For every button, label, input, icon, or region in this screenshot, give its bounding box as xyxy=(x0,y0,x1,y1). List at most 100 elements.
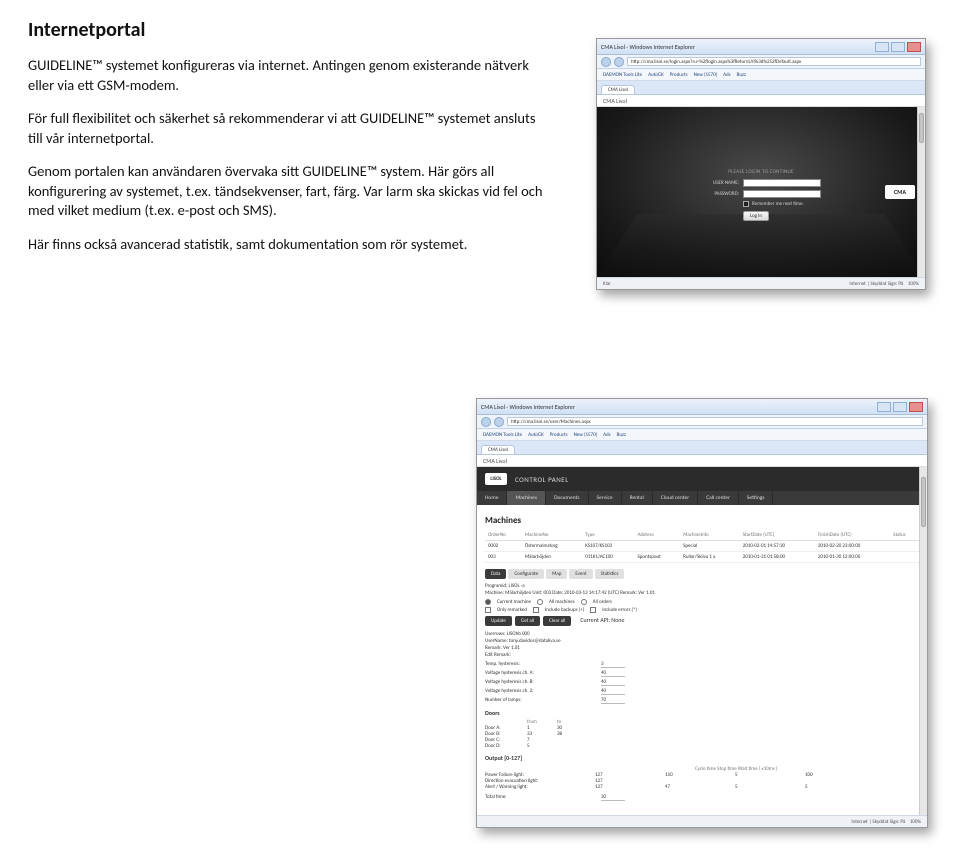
browser-tab[interactable]: CMA Lisol xyxy=(481,445,515,454)
nav-back-button[interactable] xyxy=(601,57,611,67)
out-val[interactable]: 5 xyxy=(735,784,805,790)
door-from[interactable]: 5 xyxy=(527,743,557,749)
window-title: CMA Lisol - Windows Internet Explorer xyxy=(601,43,695,51)
fav-link[interactable]: Buzz xyxy=(617,432,626,438)
nav-forward-button[interactable] xyxy=(614,57,624,67)
out-val[interactable]: 5 xyxy=(805,784,875,790)
out-val[interactable]: 127 xyxy=(595,784,665,790)
nav-documents[interactable]: Documents xyxy=(546,491,588,505)
kv-label: Voltage hysteresis ch. B: xyxy=(485,679,595,686)
check-only-remarked[interactable] xyxy=(485,607,491,613)
section-title-machines: Machines xyxy=(485,515,919,526)
scrollbar-thumb[interactable] xyxy=(921,477,926,527)
browser-favorites-bar: DAEMON Tools Lite AutoGK Products New (1… xyxy=(477,429,927,441)
total-time-label: Total time: xyxy=(485,794,595,801)
col-status[interactable]: Status xyxy=(890,530,919,541)
username-label: USER NAME: xyxy=(701,180,739,186)
table-row[interactable]: 003 Mälarhöjden 011K1/AC100 Spontspout R… xyxy=(485,552,919,563)
radio-current-machine[interactable] xyxy=(485,599,491,605)
fav-link[interactable]: New (1570) xyxy=(694,72,718,78)
fav-link[interactable]: DAEMON Tools Lite xyxy=(483,432,522,438)
col-type[interactable]: Type xyxy=(582,530,634,541)
nav-cloud[interactable]: Cloud center xyxy=(653,491,698,505)
remember-me-row[interactable]: Remember me next time. xyxy=(743,201,821,207)
check-include-backups[interactable] xyxy=(533,607,539,613)
check-label: Only remarked xyxy=(497,607,527,613)
cell xyxy=(890,552,919,563)
fav-link[interactable]: Buzz xyxy=(737,72,746,78)
out-val[interactable]: 47 xyxy=(665,784,735,790)
door-to[interactable] xyxy=(557,743,587,749)
fav-link[interactable]: Ads xyxy=(723,72,730,78)
fav-link[interactable]: Products xyxy=(670,72,688,78)
subtab-configurate[interactable]: Configurate xyxy=(508,569,544,579)
password-input[interactable] xyxy=(743,190,821,198)
subtab-map[interactable]: Map xyxy=(546,569,567,579)
radio-all-orders[interactable] xyxy=(581,599,587,605)
subtab-statistics[interactable]: Statistics xyxy=(595,569,625,579)
kv-value[interactable]: 70 xyxy=(601,697,625,704)
clearall-button[interactable]: Clear all xyxy=(543,616,571,626)
update-button[interactable]: Update xyxy=(485,616,512,626)
nav-rental[interactable]: Rental xyxy=(622,491,653,505)
username-input[interactable] xyxy=(743,179,821,187)
scrollbar-thumb[interactable] xyxy=(919,113,924,143)
window-maximize-button[interactable] xyxy=(891,42,905,52)
fav-link[interactable]: New (1570) xyxy=(574,432,598,438)
col-startdate[interactable]: StartDate (UTC) xyxy=(740,530,815,541)
window-title: CMA Lisol - Windows Internet Explorer xyxy=(481,403,575,411)
window-minimize-button[interactable] xyxy=(877,402,891,412)
radio-all-machines[interactable] xyxy=(537,599,543,605)
nav-forward-button[interactable] xyxy=(494,417,504,427)
subtab-data[interactable]: Data xyxy=(485,569,506,579)
remember-me-checkbox[interactable] xyxy=(743,201,749,207)
cell: Spontspout xyxy=(634,552,680,563)
controlpanel-nav: Home Machines Documents Service Rental C… xyxy=(477,491,927,505)
col-machineno[interactable]: MachineNo xyxy=(522,530,582,541)
window-close-button[interactable] xyxy=(907,42,921,52)
meta-programid: Programid: LISOL -a xyxy=(485,583,919,590)
nav-callcenter[interactable]: Call center xyxy=(698,491,739,505)
kv-value[interactable]: 40 xyxy=(601,688,625,695)
nav-service[interactable]: Service xyxy=(589,491,622,505)
kv-value[interactable]: 40 xyxy=(601,679,625,686)
getall-button[interactable]: Get all xyxy=(515,616,540,626)
login-form: PLEASE LOGIN TO CONTINUE USER NAME: PASS… xyxy=(701,169,821,221)
nav-machines[interactable]: Machines xyxy=(507,491,546,505)
fav-link[interactable]: Ads xyxy=(603,432,610,438)
window-maximize-button[interactable] xyxy=(893,402,907,412)
col-finishdate[interactable]: FinishDate (UTC) xyxy=(815,530,890,541)
vertical-scrollbar[interactable] xyxy=(919,467,927,815)
nav-home[interactable]: Home xyxy=(477,491,507,505)
fav-link[interactable]: AutoGK xyxy=(648,72,664,78)
brand-badge: CMA xyxy=(885,185,915,199)
cell xyxy=(890,541,919,552)
nav-settings[interactable]: Settings xyxy=(739,491,774,505)
fav-link[interactable]: AutoGK xyxy=(528,432,544,438)
remember-me-label: Remember me next time. xyxy=(752,201,804,207)
browser-tab[interactable]: CMA Lisol xyxy=(601,85,635,94)
brand-logo: LISOL xyxy=(485,473,507,485)
sub-tabs: Data Configurate Map Event Statistics xyxy=(485,569,919,579)
table-row[interactable]: 0002 Östermalmstorg KS107/KS103 Special … xyxy=(485,541,919,552)
fav-link[interactable]: DAEMON Tools Lite xyxy=(603,72,642,78)
vertical-scrollbar[interactable] xyxy=(917,107,925,277)
window-close-button[interactable] xyxy=(909,402,923,412)
kv-value[interactable]: 3 xyxy=(601,661,625,668)
page-viewport-login: CMA PLEASE LOGIN TO CONTINUE USER NAME: … xyxy=(597,107,925,277)
kv-value[interactable]: 40 xyxy=(601,670,625,677)
current-api: Current API: None xyxy=(580,616,624,626)
url-field[interactable]: http://cma.lisol.se/user/Machines.aspx xyxy=(507,417,923,426)
url-field[interactable]: http://cma.lisol.se/login.aspx?ru=%2flog… xyxy=(627,57,921,66)
total-time-value[interactable]: 30 xyxy=(601,794,625,801)
userrows: Userrows: LISOhb 000 xyxy=(485,631,919,638)
subtab-event[interactable]: Event xyxy=(569,569,592,579)
window-minimize-button[interactable] xyxy=(875,42,889,52)
col-machineinfo[interactable]: MachineInfo xyxy=(680,530,740,541)
col-address[interactable]: Address xyxy=(634,530,680,541)
fav-link[interactable]: Products xyxy=(550,432,568,438)
login-button[interactable]: Log In xyxy=(743,211,769,221)
col-orderno[interactable]: OrderNo xyxy=(485,530,522,541)
nav-back-button[interactable] xyxy=(481,417,491,427)
check-include-errors[interactable] xyxy=(590,607,596,613)
